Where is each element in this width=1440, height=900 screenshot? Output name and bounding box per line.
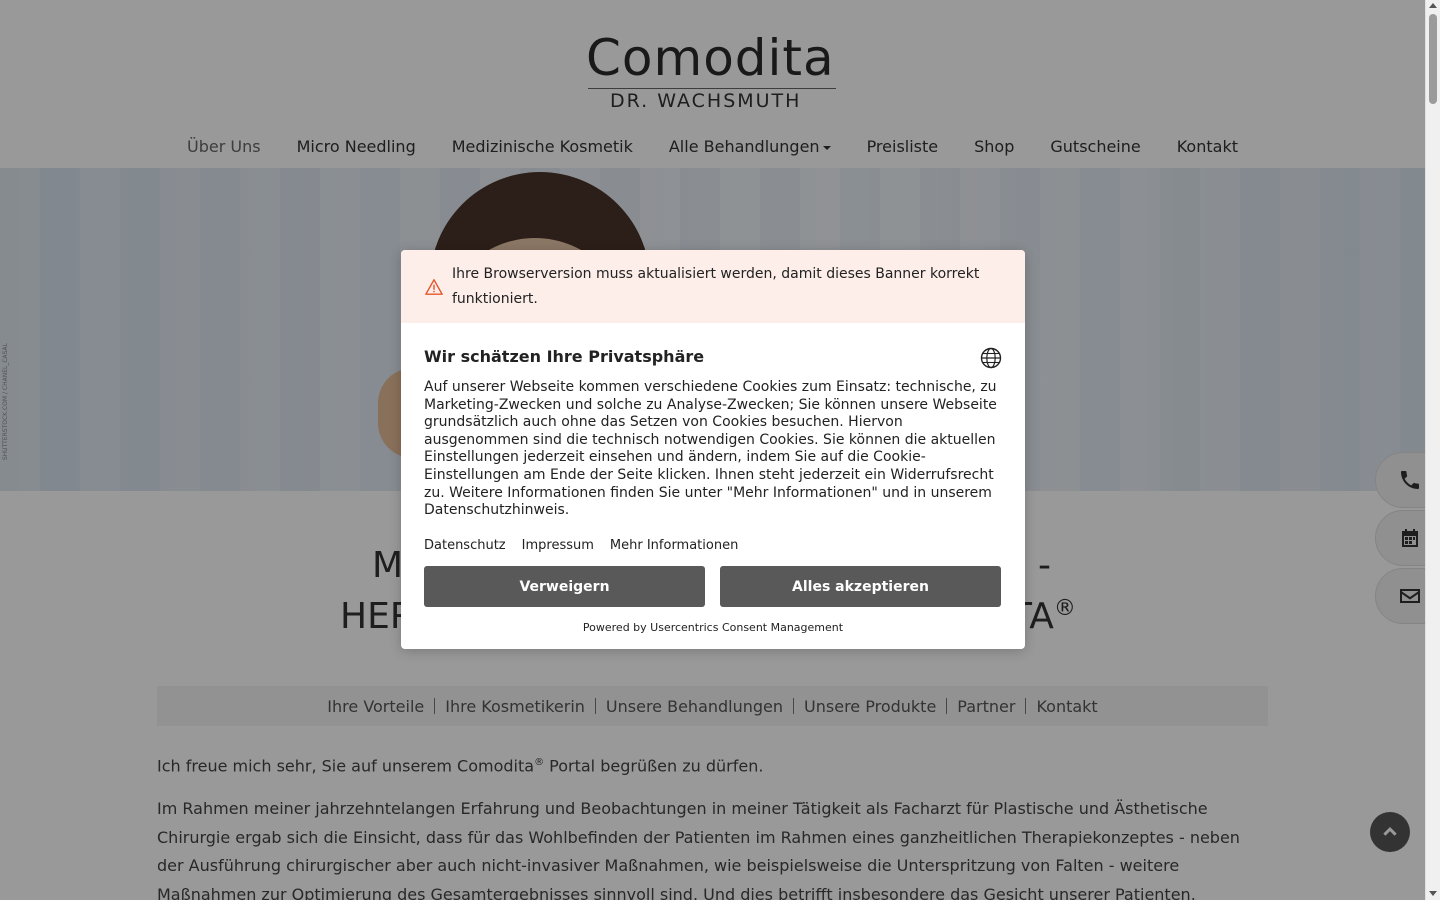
warning-icon [425, 279, 443, 295]
consent-dialog: Ihre Browserversion muss aktualisiert we… [401, 250, 1025, 649]
accept-all-button[interactable]: Alles akzeptieren [720, 566, 1001, 607]
consent-links: Datenschutz Impressum Mehr Informationen [424, 538, 738, 553]
scroll-up-arrow-icon[interactable] [1429, 3, 1437, 8]
browser-warning-text: Ihre Browserversion muss aktualisiert we… [452, 266, 980, 307]
link-mehr-informationen[interactable]: Mehr Informationen [610, 538, 738, 553]
link-datenschutz[interactable]: Datenschutz [424, 538, 506, 553]
scrollbar-thumb[interactable] [1429, 14, 1437, 104]
vertical-scrollbar[interactable] [1425, 0, 1440, 900]
consent-title: Wir schätzen Ihre Privatsphäre [424, 347, 705, 366]
scroll-down-arrow-icon[interactable] [1429, 891, 1437, 896]
consent-body-text: Auf unserer Webseite kommen verschiedene… [424, 379, 997, 519]
globe-icon[interactable] [980, 347, 1002, 369]
link-impressum[interactable]: Impressum [522, 538, 594, 553]
browser-warning: Ihre Browserversion muss aktualisiert we… [401, 250, 1025, 323]
deny-button[interactable]: Verweigern [424, 566, 705, 607]
powered-by-text: Powered by Usercentrics Consent Manageme… [582, 621, 844, 634]
